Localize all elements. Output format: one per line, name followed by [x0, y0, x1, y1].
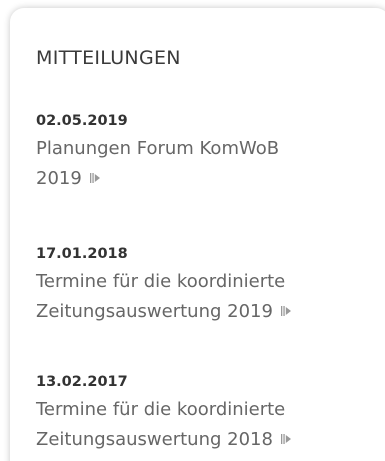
news-link-zeitungsauswertung-2019[interactable]: Termine für die koordinierte Zeitungsaus… — [36, 267, 366, 327]
news-date: 13.02.2017 — [36, 374, 128, 390]
more-arrow-icon — [280, 305, 291, 316]
more-arrow-icon — [89, 172, 100, 183]
news-date: 17.01.2018 — [36, 246, 128, 262]
more-arrow-icon — [280, 433, 291, 444]
news-title-line: Planungen Forum KomWoB — [36, 138, 280, 159]
news-link-planungen-forum[interactable]: Planungen Forum KomWoB 2019 — [36, 134, 366, 194]
panel-heading: MITTEILUNGEN — [36, 47, 181, 69]
news-item: 02.05.2019 Planungen Forum KomWoB 2019 — [36, 112, 366, 194]
news-title-line: Zeitungsauswertung 2018 — [36, 429, 273, 450]
news-link-zeitungsauswertung-2018[interactable]: Termine für die koordinierte Zeitungsaus… — [36, 395, 366, 455]
news-title-line: Termine für die koordinierte — [36, 399, 286, 420]
news-item: 13.02.2017 Termine für die koordinierte … — [36, 373, 366, 455]
news-item: 17.01.2018 Termine für die koordinierte … — [36, 245, 366, 327]
news-title-line: Termine für die koordinierte — [36, 271, 286, 292]
news-title-line: 2019 — [36, 168, 82, 189]
news-title-line: Zeitungsauswertung 2019 — [36, 301, 273, 322]
news-date: 02.05.2019 — [36, 113, 128, 129]
